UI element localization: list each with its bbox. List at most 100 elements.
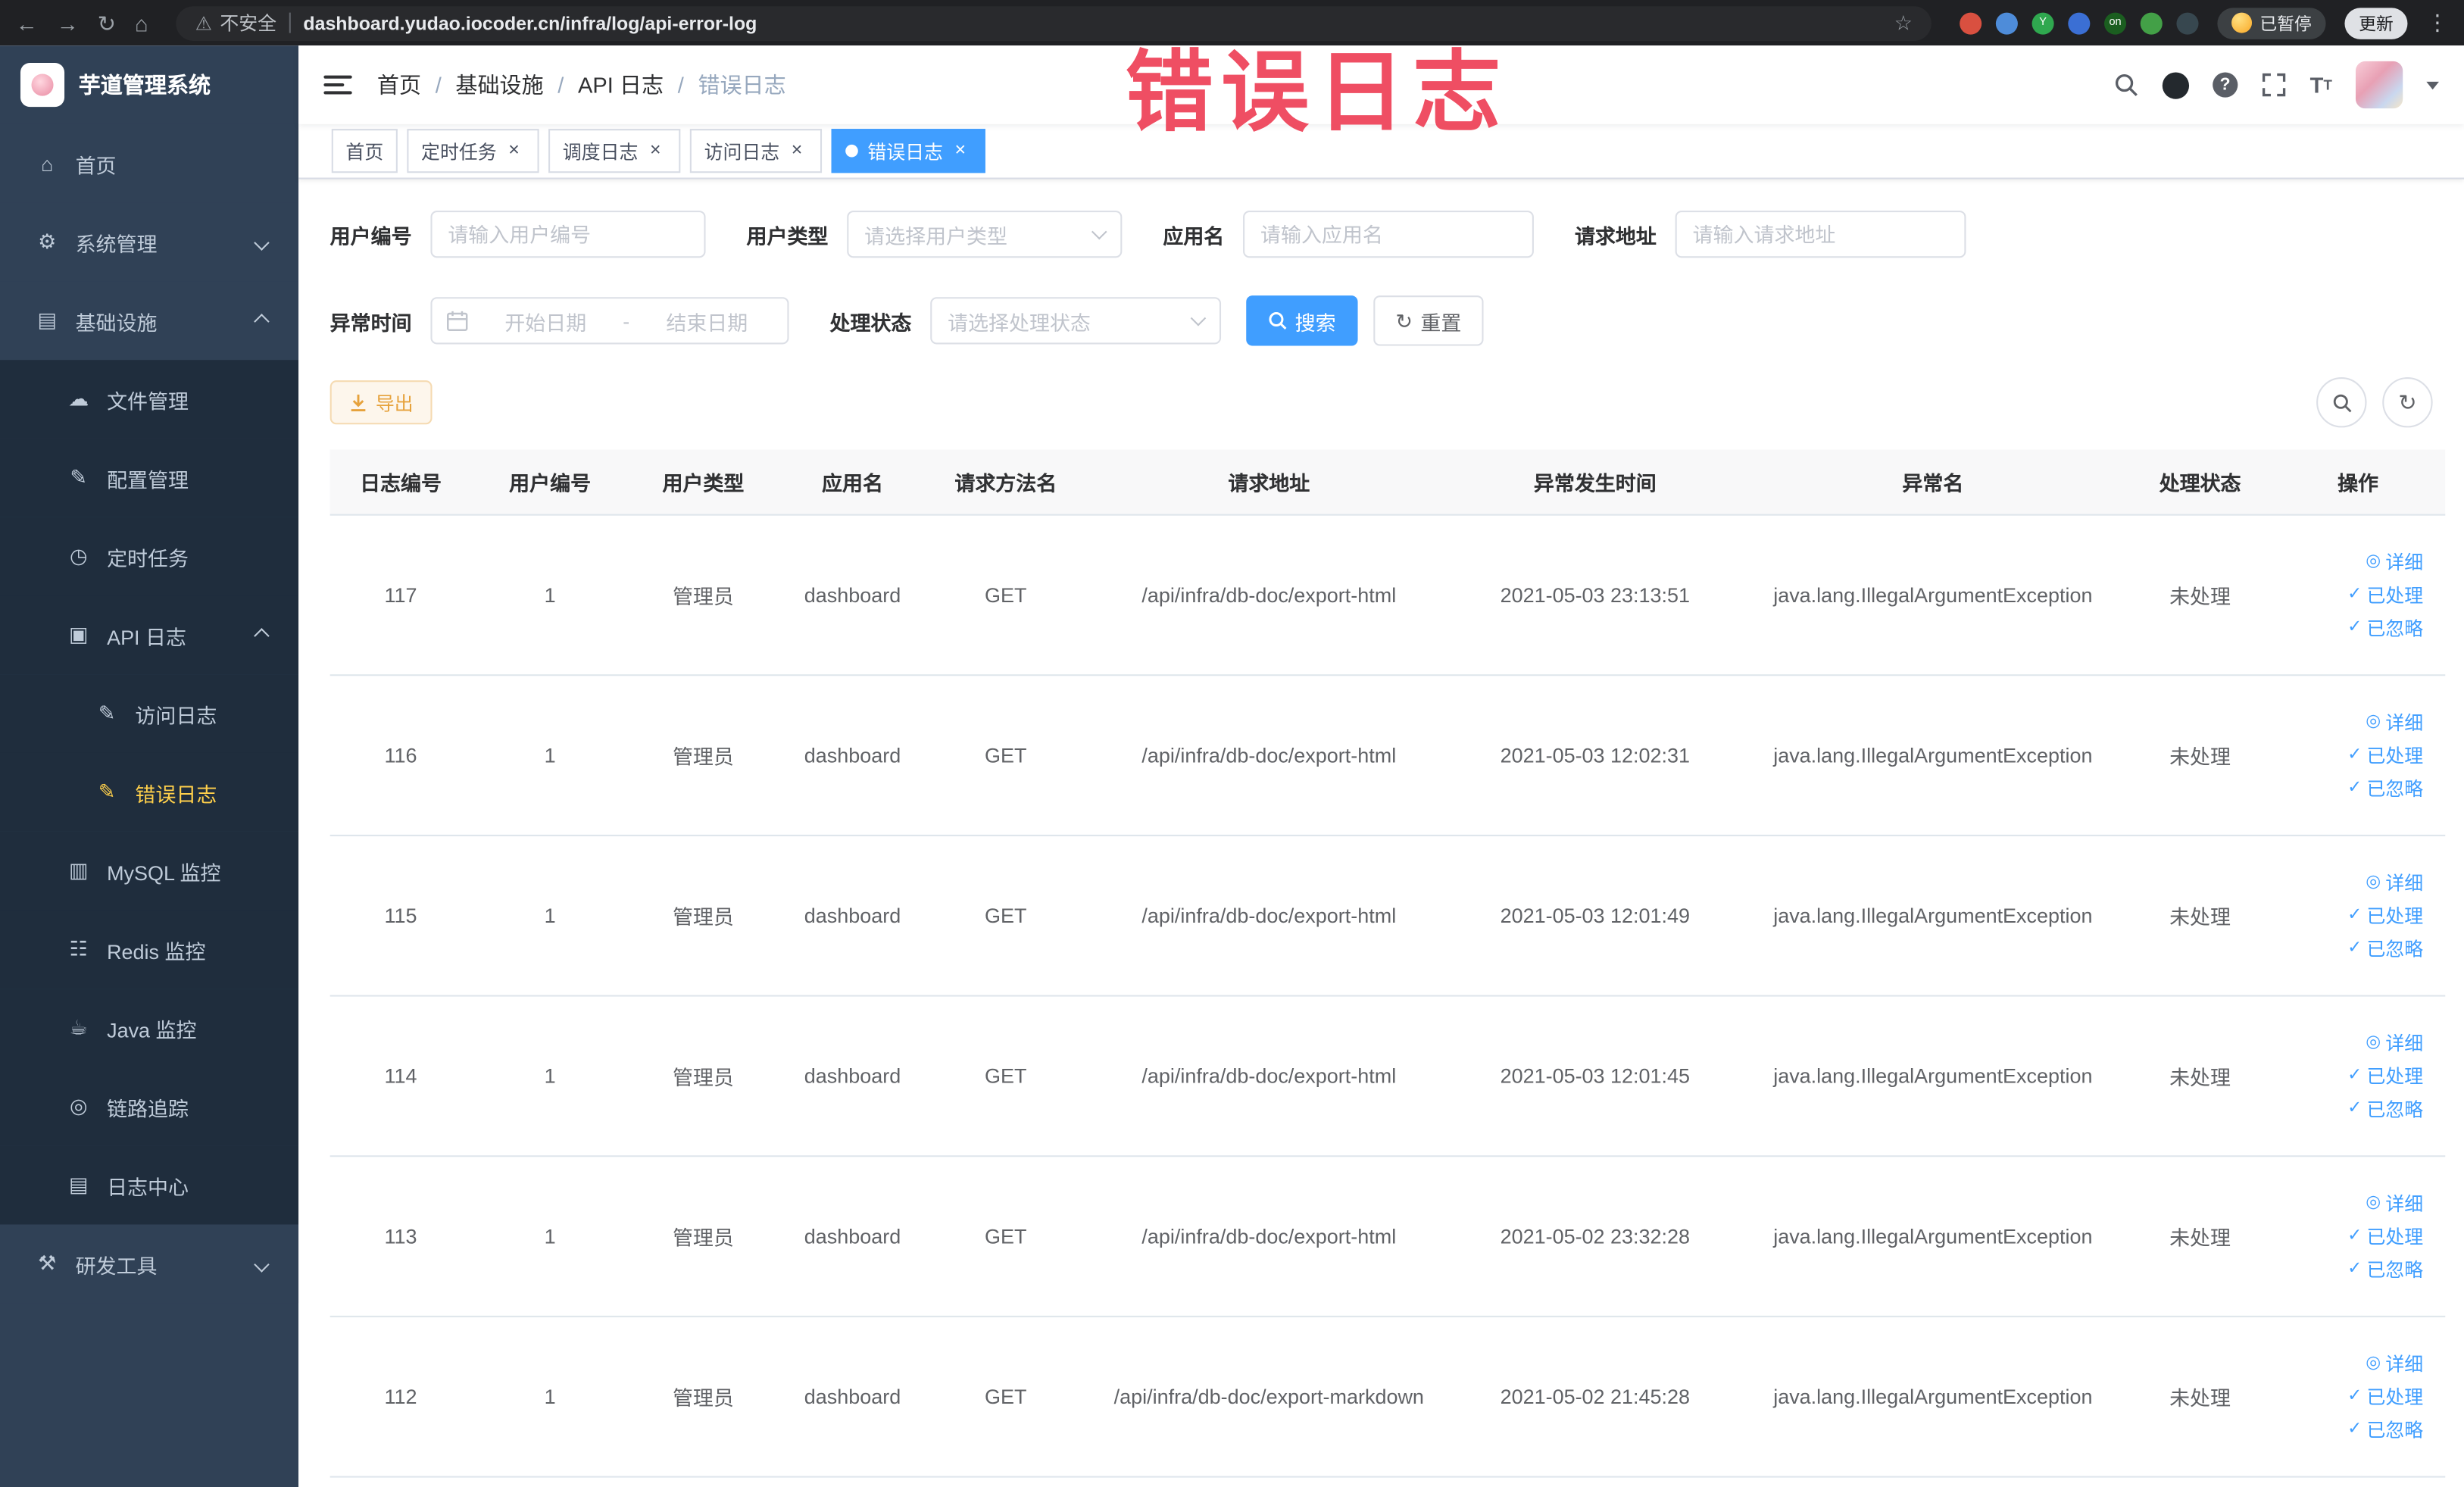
action-processed-link[interactable]: ✓ 已处理 [2347,1223,2423,1249]
action-processed-link[interactable]: ✓ 已处理 [2347,902,2423,929]
breadcrumb-api-log[interactable]: API 日志 [578,69,664,101]
action-ignored-link[interactable]: ✓ 已忽略 [2347,936,2423,962]
breadcrumb-home[interactable]: 首页 [377,69,421,101]
sidebar-item-label: 系统管理 [75,232,158,256]
back-icon[interactable]: ← [16,12,38,34]
search-icon[interactable] [2113,72,2138,97]
font-size-icon[interactable]: TT [2310,72,2332,97]
user-id-input[interactable] [430,211,706,258]
table-header-row: 日志编号 用户编号 用户类型 应用名 请求方法名 请求地址 异常发生时间 异常名 处理状态 操作 [329,449,2446,516]
sidebar-item-label: 错误日志 [135,782,217,806]
tab-label: 调度日志 [562,140,639,163]
sidebar-item-dev-tools[interactable]: ⚒ 研发工具 [0,1224,299,1304]
cell-user_type: 管理员 [672,1386,734,1410]
cloud-icon: ☁ [68,386,89,411]
action-detail-link[interactable]: ◎ 详细 [2366,1351,2423,1377]
url-bar[interactable]: ⚠ 不安全 dashboard.yudao.iocoder.cn/infra/l… [176,5,1932,40]
column-header: 用户编号 [509,471,592,495]
action-ignored-link[interactable]: ✓ 已忽略 [2347,775,2423,801]
app-name-input[interactable] [1243,211,1535,258]
extension-dark-on-icon[interactable]: on [2104,11,2127,34]
sidebar-item-redis[interactable]: ☷ Redis 监控 [0,910,299,989]
sidebar-item-infra[interactable]: ▤ 基础设施 [0,281,299,361]
github-icon[interactable] [2162,71,2189,98]
search-button[interactable]: 搜索 [1246,295,1358,346]
sidebar-item-system[interactable]: ⚙ 系统管理 [0,202,299,282]
sidebar-item-config[interactable]: ✎ 配置管理 [0,438,299,517]
forward-icon[interactable]: → [57,12,79,34]
reload-icon[interactable]: ↻ [98,12,116,34]
action-detail-link[interactable]: ◎ 详细 [2366,548,2423,575]
paused-badge[interactable]: 已暂停 [2217,7,2326,39]
hamburger-icon[interactable] [323,75,352,95]
action-detail-link[interactable]: ◎ 详细 [2366,1029,2423,1056]
tab-访问日志[interactable]: 访问日志 × [689,129,823,173]
sidebar-item-access-log[interactable]: ✎ 访问日志 [0,674,299,753]
security-chip[interactable]: ⚠ 不安全 [195,9,276,36]
breadcrumb-infra[interactable]: 基础设施 [455,69,543,101]
sidebar-item-log-center[interactable]: ▤ 日志中心 [0,1145,299,1225]
eye-icon: ◎ [2366,1353,2381,1373]
close-icon[interactable]: × [949,139,971,162]
exception-time-range-picker[interactable]: 开始日期 - 结束日期 [430,297,789,345]
browser-menu-icon[interactable]: ⋮ [2426,9,2448,36]
tab-定时任务[interactable]: 定时任务 × [407,129,539,173]
close-icon[interactable]: × [503,139,525,162]
action-detail-link[interactable]: ◎ 详细 [2366,870,2423,896]
logo-row[interactable]: 芋道管理系统 [0,45,298,124]
extension-blue-drop-icon[interactable] [1995,11,2018,34]
toggle-search-button[interactable] [2316,377,2367,428]
export-button[interactable]: 导出 [329,380,433,425]
extension-blue-grid-icon[interactable] [2068,11,2091,34]
reset-button[interactable]: ↻ 重置 [1373,295,1484,346]
action-label: 详细 [2385,1353,2424,1376]
cell-user_id: 1 [544,904,556,928]
avatar[interactable] [2355,61,2403,109]
sidebar-item-trace[interactable]: ◎ 链路追踪 [0,1067,299,1146]
user-type-select[interactable]: 请选择用户类型 [847,211,1123,258]
chevron-down-icon[interactable] [2426,80,2439,89]
omnibox-divider [289,12,291,33]
extension-dark-paw-icon[interactable] [2176,11,2199,34]
close-icon[interactable]: × [645,139,667,162]
sidebar-item-label: 访问日志 [135,703,217,727]
action-ignored-link[interactable]: ✓ 已忽略 [2347,1095,2423,1122]
help-icon[interactable]: ? [2213,72,2238,98]
sidebar-item-mysql[interactable]: ▥ MySQL 监控 [0,831,299,911]
sidebar-item-file[interactable]: ☁ 文件管理 [0,360,299,439]
action-processed-link[interactable]: ✓ 已处理 [2347,1383,2423,1410]
extension-red-icon[interactable] [1960,11,1982,34]
cell-url: /api/infra/db-doc/export-markdown [1113,1385,1424,1409]
action-processed-link[interactable]: ✓ 已处理 [2347,582,2423,608]
request-url-input[interactable] [1675,211,1966,258]
sidebar-item-job[interactable]: ◷ 定时任务 [0,517,299,596]
action-detail-link[interactable]: ◎ 详细 [2366,1190,2423,1217]
action-processed-link[interactable]: ✓ 已处理 [2347,1063,2423,1089]
sidebar-item-api-log[interactable]: ▣ API 日志 [0,595,299,675]
tab-首页[interactable]: 首页 [331,129,398,173]
cell-actions: ◎ 详细 ✓ 已处理 ✓ 已忽略 [2271,1351,2445,1443]
breadcrumb-separator: / [435,72,442,98]
sidebar-item-java[interactable]: ☕ Java 监控 [0,989,299,1067]
action-ignored-link[interactable]: ✓ 已忽略 [2347,1256,2423,1282]
update-button[interactable]: 更新 [2344,7,2408,39]
bookmark-star-icon[interactable]: ☆ [1894,10,1913,35]
tab-错误日志[interactable]: 错误日志 × [831,129,985,173]
close-icon[interactable]: × [785,139,807,162]
refresh-button[interactable]: ↻ [2382,377,2433,428]
action-ignored-link[interactable]: ✓ 已忽略 [2347,1417,2423,1443]
action-detail-link[interactable]: ◎ 详细 [2366,709,2423,736]
action-processed-link[interactable]: ✓ 已处理 [2347,742,2423,768]
check-icon: ✓ [2347,1098,2363,1118]
home-icon[interactable]: ⌂ [135,12,148,34]
tab-调度日志[interactable]: 调度日志 × [548,129,681,173]
sidebar-item-error-log[interactable]: ✎ 错误日志 [0,752,299,832]
action-ignored-link[interactable]: ✓ 已忽略 [2347,614,2423,641]
extension-green-leaf-icon[interactable] [2140,11,2163,34]
process-status-select[interactable]: 请选择处理状态 [930,297,1222,345]
cell-user_id: 1 [544,1224,556,1248]
content: 用户编号 用户类型 请选择用户类型 应用名 [298,179,2464,1487]
fullscreen-icon[interactable] [2261,72,2286,97]
sidebar-item-home[interactable]: ⌂ 首页 [0,123,299,203]
extension-green-y-icon[interactable]: Y [2031,11,2054,34]
